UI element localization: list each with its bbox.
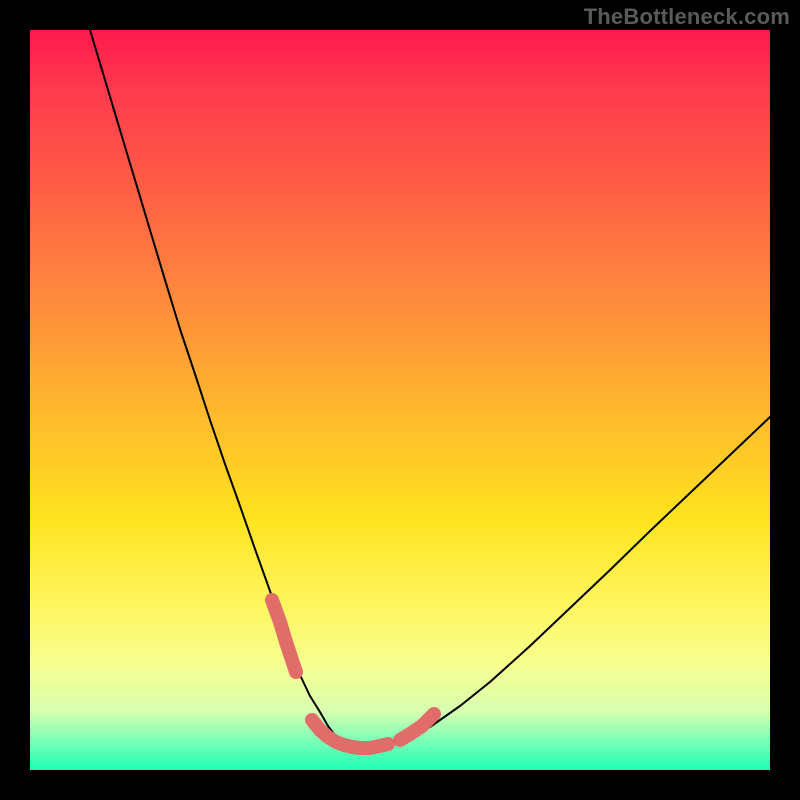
- marker-segment-bottom: [312, 720, 388, 748]
- marker-segment-left: [272, 600, 296, 672]
- watermark-text: TheBottleneck.com: [584, 4, 790, 30]
- chart-svg: [30, 30, 770, 770]
- marker-segment-right: [400, 714, 434, 740]
- plot-area: [30, 30, 770, 770]
- bottleneck-curve: [90, 30, 770, 748]
